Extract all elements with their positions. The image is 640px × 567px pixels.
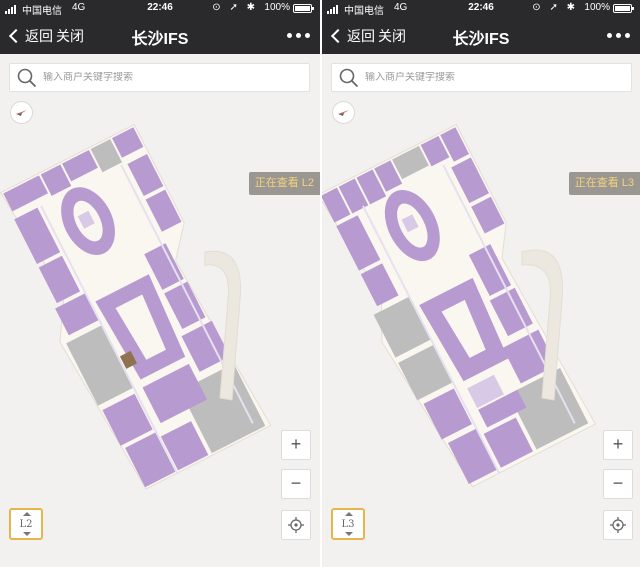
locate-button[interactable] bbox=[603, 510, 633, 540]
search-input[interactable] bbox=[365, 72, 615, 83]
search-icon bbox=[339, 68, 358, 87]
search-input[interactable] bbox=[43, 72, 293, 83]
zoom-in-button[interactable]: + bbox=[281, 430, 311, 460]
locate-icon bbox=[288, 517, 304, 533]
phone-screen-l2: 中国电信 4G 22:46 ⊙ ➚ ✱ 100% 返回 关闭 长沙IFS 输入商… bbox=[0, 0, 320, 567]
compass-icon bbox=[16, 110, 27, 116]
current-floor-badge: 正在查看 L3 bbox=[568, 172, 640, 195]
locate-button[interactable] bbox=[281, 510, 311, 540]
arrow-down-icon[interactable] bbox=[345, 532, 353, 536]
compass-icon bbox=[338, 110, 349, 116]
floor-selector-label: L3 bbox=[341, 519, 355, 530]
arrow-up-icon[interactable] bbox=[345, 512, 353, 516]
compass-button[interactable] bbox=[10, 101, 33, 124]
compass-button[interactable] bbox=[332, 101, 355, 124]
floor-selector[interactable]: L3 bbox=[331, 508, 365, 540]
arrow-down-icon[interactable] bbox=[23, 532, 31, 536]
search-icon bbox=[17, 68, 36, 87]
zoom-out-button[interactable]: − bbox=[603, 469, 633, 499]
phone-screen-l3: 中国电信 4G 22:46 ⊙ ➚ ✱ 100% 返回 关闭 长沙IFS 输入商… bbox=[320, 0, 640, 567]
floor-selector-label: L2 bbox=[19, 519, 33, 530]
floor-selector[interactable]: L2 bbox=[9, 508, 43, 540]
arrow-up-icon[interactable] bbox=[23, 512, 31, 516]
locate-icon bbox=[610, 517, 626, 533]
search-bar[interactable] bbox=[9, 63, 310, 92]
search-bar[interactable] bbox=[331, 63, 632, 92]
current-floor-badge: 正在查看 L2 bbox=[248, 172, 320, 195]
zoom-in-button[interactable]: + bbox=[603, 430, 633, 460]
zoom-out-button[interactable]: − bbox=[281, 469, 311, 499]
